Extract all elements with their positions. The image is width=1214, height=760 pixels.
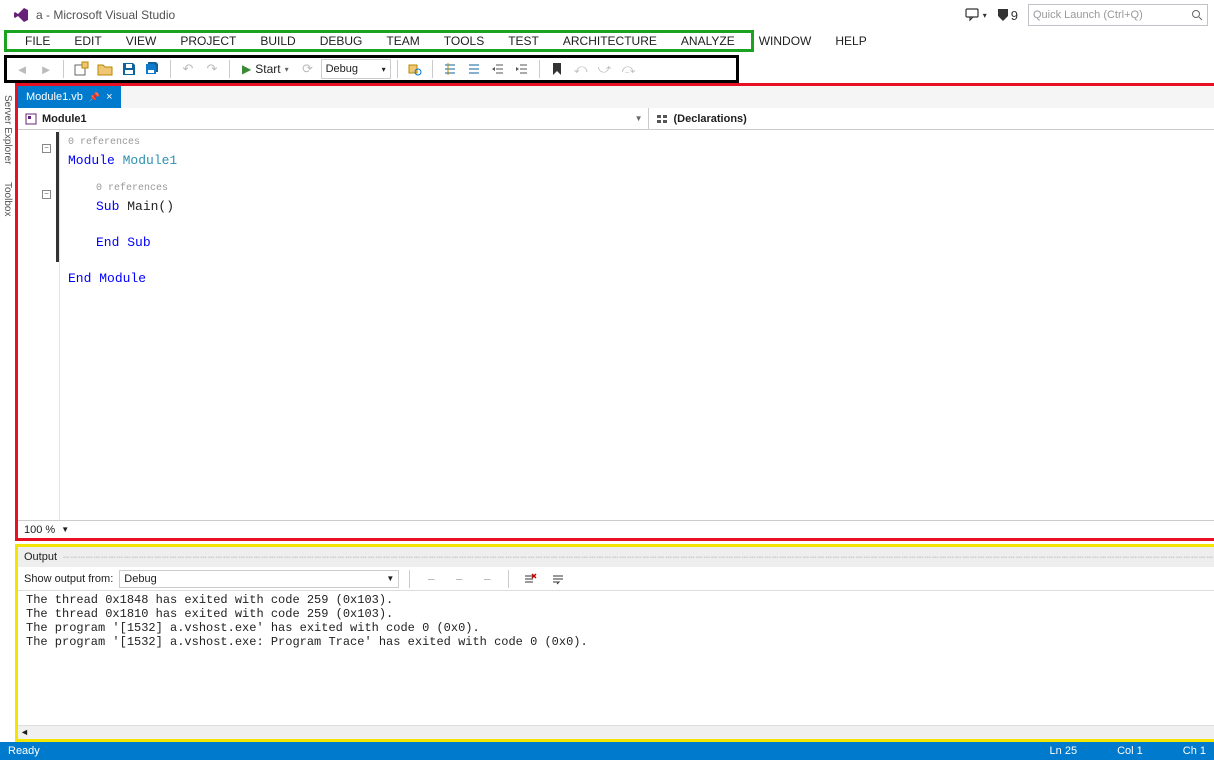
vs-logo-icon — [12, 6, 30, 24]
nav-member-combo[interactable]: (Declarations) ▼ — [649, 108, 1214, 129]
menu-analyze[interactable]: ANALYZE — [669, 32, 747, 50]
bookmark-button[interactable] — [546, 58, 568, 80]
notifications-count: 9 — [1011, 8, 1018, 23]
nav-member-label: (Declarations) — [673, 113, 746, 125]
toolbox-tab[interactable]: Toolbox — [0, 176, 15, 222]
output-source-combo[interactable]: Debug ▼ — [119, 570, 399, 588]
status-col: Col 1 — [1117, 745, 1143, 757]
decrease-indent-button[interactable] — [487, 58, 509, 80]
zoom-level[interactable]: 100 % — [24, 524, 55, 536]
menu-view[interactable]: VIEW — [114, 32, 169, 50]
editor-zoom-bar: 100 % ▼ — [18, 520, 1214, 538]
toggle-wrap-button[interactable] — [547, 568, 569, 590]
next-message-button[interactable]: ⎯ — [476, 568, 498, 590]
menu-team[interactable]: TEAM — [374, 32, 431, 50]
left-tool-tabs: Server Explorer Toolbox — [0, 83, 15, 742]
clear-output-button[interactable] — [519, 568, 541, 590]
start-label: Start — [255, 62, 280, 76]
output-panel: Output ┄┄┄┄┄┄┄┄┄┄┄┄┄┄┄┄┄┄┄┄┄┄┄┄┄┄┄┄┄┄┄┄┄… — [15, 544, 1214, 742]
navigation-bar: Module1 ▼ (Declarations) ▼ — [18, 108, 1214, 130]
menu-window[interactable]: WINDOW — [747, 32, 824, 50]
notifications-icon[interactable]: 9 — [997, 8, 1018, 23]
doc-tab-label: Module1.vb — [26, 91, 83, 103]
output-source-value: Debug — [124, 573, 156, 585]
menu-architecture[interactable]: ARCHITECTURE — [551, 32, 669, 50]
menu-edit[interactable]: EDIT — [62, 32, 113, 50]
find-message-button[interactable]: ⎯ — [420, 568, 442, 590]
browser-refresh-button[interactable]: ⟳ — [297, 58, 319, 80]
document-tabs: Module1.vb 📌 × — [18, 86, 1214, 108]
menu-debug[interactable]: DEBUG — [308, 32, 375, 50]
config-value: Debug — [326, 63, 358, 75]
outline-toggle-icon[interactable]: − — [42, 144, 51, 153]
search-icon — [1191, 9, 1203, 21]
quick-launch-placeholder: Quick Launch (Ctrl+Q) — [1033, 9, 1191, 21]
outline-toggle-icon[interactable]: − — [42, 190, 51, 199]
find-button[interactable] — [404, 58, 426, 80]
window-title: a - Microsoft Visual Studio — [36, 8, 175, 22]
menu-bar: FILE EDIT VIEW PROJECT BUILD DEBUG TEAM … — [4, 30, 754, 52]
open-file-button[interactable] — [94, 58, 116, 80]
document-tab-module1[interactable]: Module1.vb 📌 × — [18, 86, 121, 108]
output-from-label: Show output from: — [24, 573, 113, 585]
menu-file[interactable]: FILE — [13, 32, 62, 50]
start-debug-button[interactable]: ▶ Start ▾ — [236, 60, 295, 78]
redo-button[interactable]: ↷ — [201, 58, 223, 80]
editor-panel: Module1.vb 📌 × Module1 ▼ (Declarations) … — [15, 83, 1214, 541]
save-button[interactable] — [118, 58, 140, 80]
nav-scope-combo[interactable]: Module1 ▼ — [18, 108, 649, 129]
uncomment-button[interactable] — [463, 58, 485, 80]
save-all-button[interactable] — [142, 58, 164, 80]
status-char: Ch 1 — [1183, 745, 1206, 757]
undo-button[interactable]: ↶ — [177, 58, 199, 80]
next-bookmark-button[interactable]: ⤻ — [594, 58, 616, 80]
comment-button[interactable] — [439, 58, 461, 80]
declarations-icon — [655, 112, 669, 126]
prev-message-button[interactable]: ⎯ — [448, 568, 470, 590]
menu-help[interactable]: HELP — [823, 32, 878, 50]
prev-bookmark-button[interactable]: ⤺ — [570, 58, 592, 80]
codelens-references[interactable]: 0 references — [68, 134, 1214, 152]
chevron-down-icon[interactable]: ▼ — [61, 525, 69, 534]
increase-indent-button[interactable] — [511, 58, 533, 80]
output-toolbar: Show output from: Debug ▼ ⎯ ⎯ ⎯ — [18, 567, 1214, 591]
quick-launch-input[interactable]: Quick Launch (Ctrl+Q) — [1028, 4, 1208, 26]
menu-test[interactable]: TEST — [496, 32, 551, 50]
clear-bookmarks-button[interactable]: ⤼ — [618, 58, 640, 80]
output-scrollbar[interactable]: ◄ ► — [18, 725, 1214, 739]
title-bar: a - Microsoft Visual Studio ▾ 9 Quick La… — [0, 0, 1214, 30]
feedback-icon[interactable]: ▾ — [965, 8, 987, 22]
module-icon — [24, 112, 38, 126]
pin-icon[interactable]: 📌 — [89, 92, 100, 103]
output-title-label: Output — [24, 551, 57, 563]
code-editor[interactable]: − − 0 references Module Module1 0 refere… — [18, 130, 1214, 520]
play-icon: ▶ — [242, 62, 251, 76]
server-explorer-tab[interactable]: Server Explorer — [0, 89, 15, 170]
new-project-button[interactable] — [70, 58, 92, 80]
menu-project[interactable]: PROJECT — [168, 32, 248, 50]
menu-build[interactable]: BUILD — [248, 32, 307, 50]
gutter: − − — [18, 130, 60, 520]
scroll-left-icon[interactable]: ◄ — [20, 727, 29, 737]
status-line: Ln 25 — [1050, 745, 1078, 757]
codelens-references[interactable]: 0 references — [96, 180, 1214, 198]
status-ready: Ready — [8, 745, 40, 757]
menu-tools[interactable]: TOOLS — [432, 32, 496, 50]
output-title-bar: Output ┄┄┄┄┄┄┄┄┄┄┄┄┄┄┄┄┄┄┄┄┄┄┄┄┄┄┄┄┄┄┄┄┄… — [18, 547, 1214, 567]
nav-scope-label: Module1 — [42, 113, 87, 125]
output-text[interactable]: The thread 0x1848 has exited with code 2… — [18, 591, 1214, 725]
main-toolbar: ◄ ► ↶ ↷ ▶ Start ▾ ⟳ Debug ▾ ⤺ ⤻ ⤼ — [4, 55, 739, 83]
solution-config-combo[interactable]: Debug ▾ — [321, 59, 391, 79]
status-bar: Ready Ln 25 Col 1 Ch 1 — [0, 742, 1214, 760]
close-icon[interactable]: × — [106, 91, 112, 103]
nav-forward-button[interactable]: ► — [35, 58, 57, 80]
nav-back-button[interactable]: ◄ — [11, 58, 33, 80]
